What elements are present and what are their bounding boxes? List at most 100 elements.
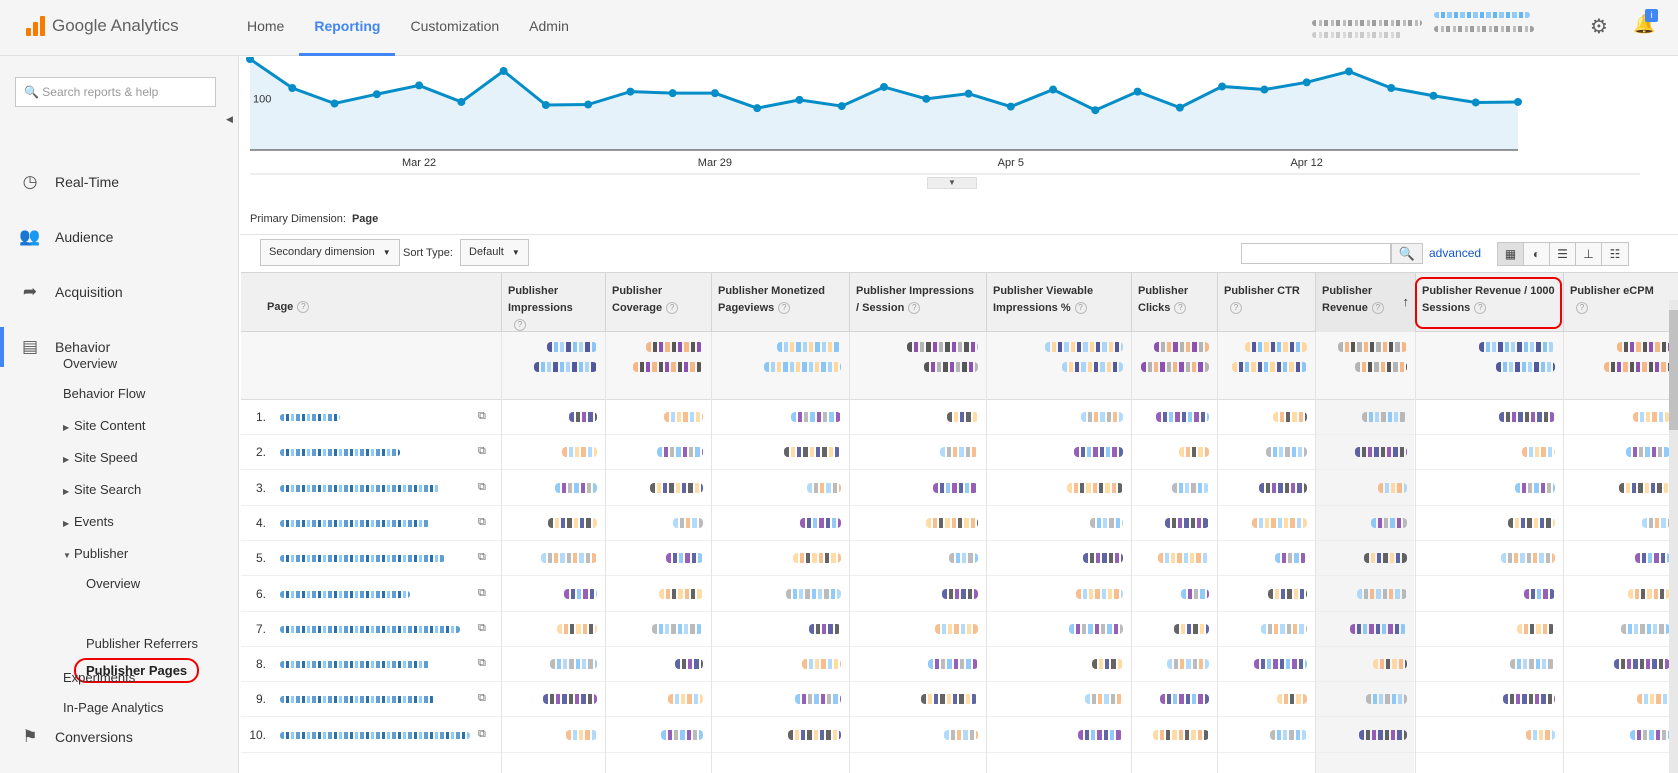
open-page-icon[interactable]: ⧉ [478, 410, 486, 423]
nav-behavior[interactable]: ▤ Behavior [0, 327, 239, 367]
column-header-ecpm[interactable]: Publisher eCPM? [1563, 273, 1678, 332]
scrollbar[interactable] [1669, 300, 1678, 773]
help-icon[interactable]: ? [297, 301, 310, 314]
open-page-icon[interactable]: ⧉ [478, 622, 486, 635]
tab-reporting[interactable]: Reporting [299, 0, 396, 56]
sidebar-item-publisher-referrers[interactable]: Publisher Referrers [86, 636, 198, 651]
redacted-total [1355, 362, 1407, 372]
open-page-icon[interactable]: ⧉ [478, 551, 486, 564]
nav-acquisition[interactable]: ➦ Acquisition [0, 272, 239, 312]
sidebar-item-behavior-overview[interactable]: Overview [63, 356, 117, 371]
redacted-total [1045, 342, 1123, 352]
redacted-value [1275, 553, 1307, 564]
help-icon[interactable]: ? [1174, 302, 1187, 315]
column-header-page[interactable]: Page? [241, 273, 501, 332]
column-header-revenue[interactable]: Publisher Revenue? ↑ [1315, 273, 1415, 332]
column-header-viewable-impressions[interactable]: Publisher Viewable Impressions %? [986, 273, 1131, 332]
redacted-value [788, 729, 841, 740]
help-icon[interactable]: ? [778, 302, 791, 315]
bar-view-icon[interactable]: ☰ [1550, 243, 1576, 265]
page-link[interactable] [280, 625, 460, 633]
pie-view-icon[interactable]: ◐ [1524, 243, 1550, 265]
gear-icon[interactable]: ⚙ [1590, 14, 1608, 39]
open-page-icon[interactable]: ⧉ [478, 587, 486, 600]
open-page-icon[interactable]: ⧉ [478, 481, 486, 494]
help-icon[interactable]: ? [514, 319, 526, 332]
report-table: Page? Publisher Impressions? Publisher C… [241, 272, 1678, 773]
page-link[interactable] [280, 696, 435, 704]
sidebar-item-site-content[interactable]: ▶ Site Content [63, 418, 146, 433]
redacted-value [807, 482, 841, 493]
page-link[interactable] [280, 519, 430, 527]
help-icon[interactable]: ? [1074, 302, 1087, 315]
help-icon[interactable]: ? [908, 302, 921, 315]
view-switcher: ▦ ◐ ☰ ⊥ ☷ [1497, 242, 1629, 266]
redacted-total [924, 362, 978, 372]
redacted-value [1371, 517, 1407, 528]
sort-type-label: Sort Type: [403, 247, 453, 259]
page-link[interactable] [280, 449, 400, 457]
help-icon[interactable]: ? [1230, 302, 1242, 315]
sort-type-dropdown[interactable]: Default ▼ [460, 239, 529, 266]
sort-arrow-icon[interactable]: ↑ [1403, 293, 1410, 310]
collapse-sidebar-icon[interactable]: ◀ [226, 114, 233, 125]
page-link[interactable] [280, 661, 430, 669]
pivot-view-icon[interactable]: ☷ [1602, 243, 1628, 265]
sidebar-item-publisher-overview[interactable]: Overview [86, 576, 140, 591]
page-link[interactable] [280, 555, 445, 563]
tab-admin[interactable]: Admin [514, 0, 584, 56]
sidebar-item-events[interactable]: ▶ Events [63, 514, 114, 529]
sidebar-item-site-search[interactable]: ▶ Site Search [63, 482, 141, 497]
column-header-monetized-pageviews[interactable]: Publisher Monetized Pageviews? [711, 273, 849, 332]
row-number: 6. [255, 586, 266, 601]
tab-home[interactable]: Home [232, 0, 299, 56]
page-link[interactable] [280, 590, 410, 598]
help-icon[interactable]: ? [666, 302, 679, 315]
sidebar-item-in-page-analytics[interactable]: In-Page Analytics [63, 700, 163, 715]
column-header-impressions[interactable]: Publisher Impressions? [501, 273, 605, 332]
redacted-value [557, 623, 597, 634]
open-page-icon[interactable]: ⧉ [478, 692, 486, 705]
sidebar-item-experiments[interactable]: Experiments [63, 670, 135, 685]
redacted-value [1270, 729, 1307, 740]
open-page-icon[interactable]: ⧉ [478, 445, 486, 458]
primary-dimension-label: Primary Dimension: [250, 213, 346, 225]
bell-icon[interactable]: 🔔 i [1633, 9, 1658, 35]
page-link[interactable] [280, 484, 440, 492]
column-header-ctr[interactable]: Publisher CTR? [1217, 273, 1315, 332]
help-icon[interactable]: ? [1371, 302, 1384, 315]
table-view-icon[interactable]: ▦ [1498, 243, 1524, 265]
scrollbar-thumb[interactable] [1669, 310, 1678, 430]
google-analytics-logo[interactable]: Google Analytics [26, 16, 179, 36]
redacted-value [1259, 482, 1307, 493]
chart-expand-handle[interactable]: ▼ [927, 177, 977, 189]
tab-customization[interactable]: Customization [395, 0, 514, 56]
column-header-clicks[interactable]: Publisher Clicks? [1131, 273, 1217, 332]
open-page-icon[interactable]: ⧉ [478, 657, 486, 670]
account-selector[interactable] [1312, 12, 1552, 46]
chart-point [1471, 98, 1480, 107]
nav-audience[interactable]: 👥 Audience [0, 217, 239, 257]
help-icon[interactable]: ? [1576, 302, 1588, 315]
advanced-filter-link[interactable]: advanced [1429, 246, 1481, 260]
open-page-icon[interactable]: ⧉ [478, 516, 486, 529]
column-header-coverage[interactable]: Publisher Coverage? [605, 273, 711, 332]
primary-dimension-value[interactable]: Page [352, 213, 378, 225]
secondary-dimension-dropdown[interactable]: Secondary dimension ▼ [260, 239, 400, 266]
page-link[interactable] [280, 731, 470, 739]
sidebar-item-publisher[interactable]: ▼ Publisher [63, 546, 128, 561]
nav-real-time[interactable]: ◷ Real-Time [0, 162, 239, 202]
comparison-view-icon[interactable]: ⊥ [1576, 243, 1602, 265]
nav-conversions[interactable]: ⚑ Conversions [0, 717, 239, 757]
search-icon[interactable]: 🔍 [1391, 243, 1423, 264]
redacted-value [786, 588, 841, 599]
page-link[interactable] [280, 414, 340, 421]
redacted-value [1268, 588, 1307, 599]
search-input[interactable]: 🔍 Search reports & help [15, 77, 216, 107]
table-search-input[interactable] [1241, 243, 1391, 264]
item-label: Events [74, 514, 114, 529]
open-page-icon[interactable]: ⧉ [478, 728, 486, 741]
column-header-impressions-per-session[interactable]: Publisher Impressions / Session? [849, 273, 986, 332]
sidebar-item-site-speed[interactable]: ▶ Site Speed [63, 450, 138, 465]
sidebar-item-behavior-flow[interactable]: Behavior Flow [63, 386, 145, 401]
